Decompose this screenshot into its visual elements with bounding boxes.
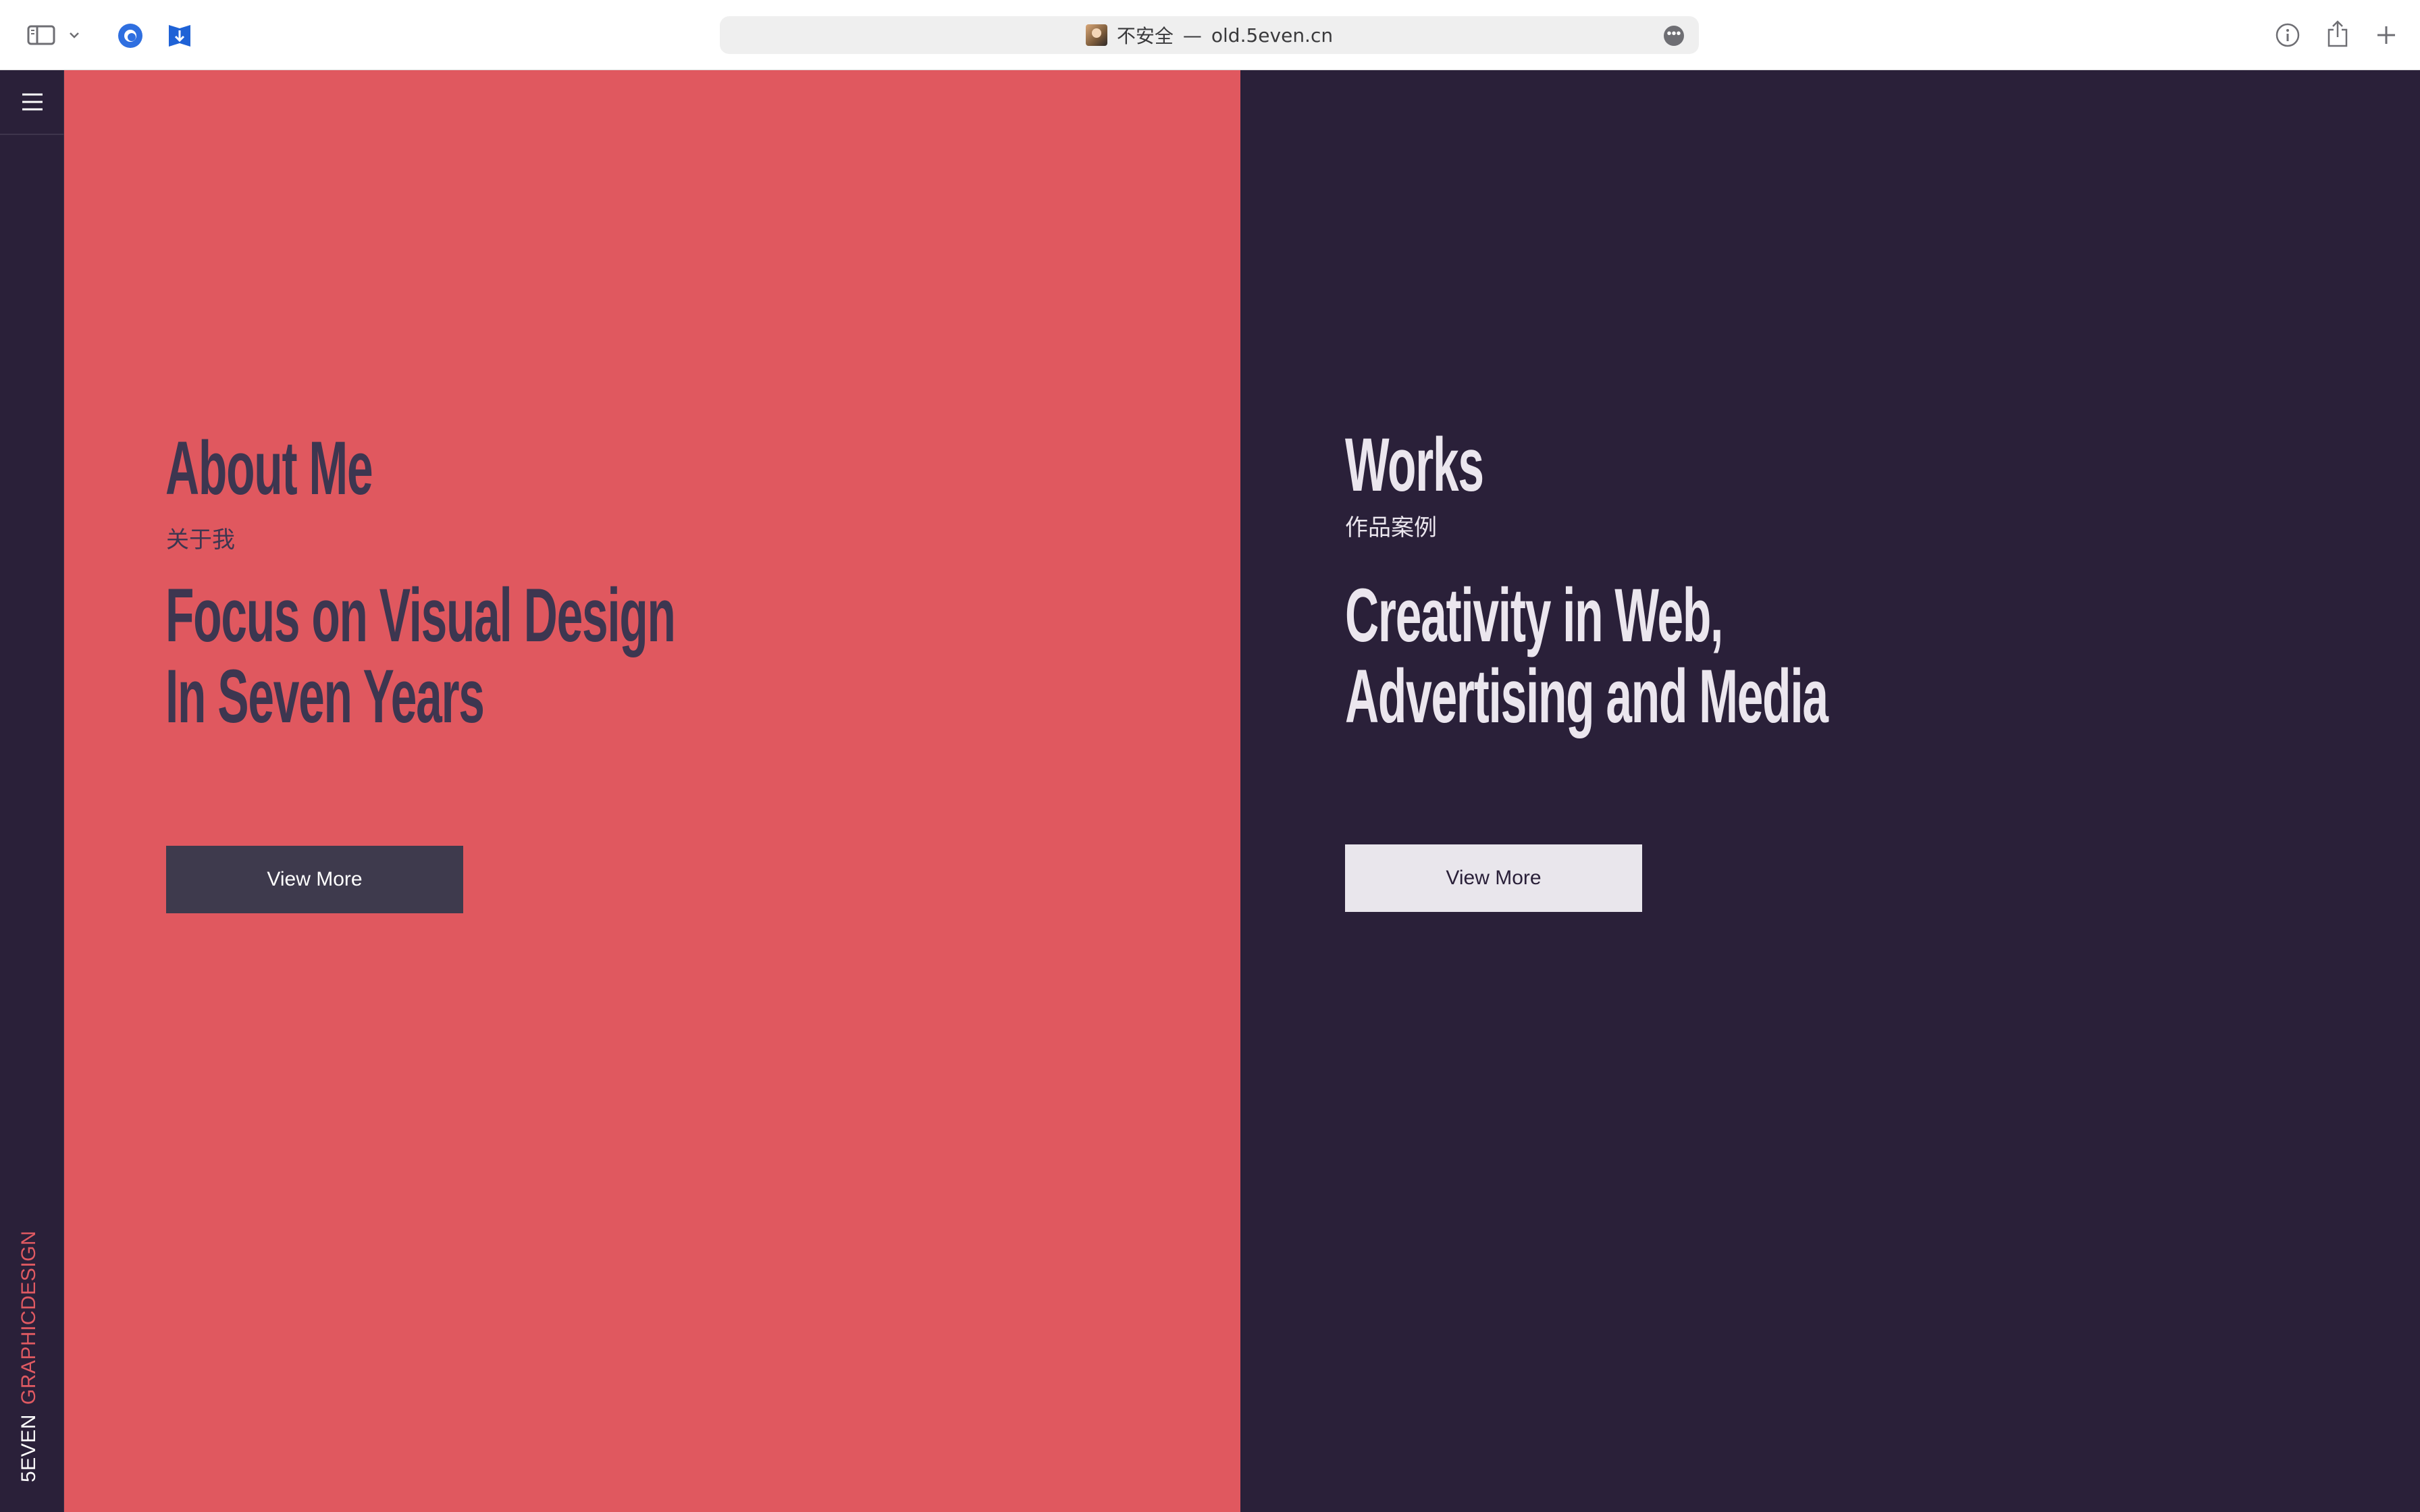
extension-blue-circle-icon <box>118 24 142 48</box>
works-subheading: 作品案例 <box>1345 514 1437 541</box>
about-tagline-line-1: Focus on Visual Design <box>165 573 676 657</box>
ellipsis-icon: ••• <box>1666 26 1681 41</box>
works-heading: Works <box>1345 423 1484 507</box>
page-menu-button[interactable]: ••• <box>1664 26 1684 46</box>
new-tab-button[interactable] <box>2371 20 2401 50</box>
browser-toolbar: 不安全 — old.5even.cn ••• <box>0 0 2420 70</box>
about-tagline: Focus on Visual Design In Seven Years <box>165 573 676 738</box>
extension-button-1[interactable] <box>115 20 146 51</box>
extension-bookmark-icon <box>169 25 190 47</box>
share-button[interactable] <box>2323 18 2352 50</box>
works-panel: Works 作品案例 Creativity in Web, Advertisin… <box>1240 70 2420 1512</box>
info-button[interactable] <box>2273 20 2303 50</box>
brand-primary: 5EVEN <box>18 1414 40 1482</box>
sidebar-toggle-icon <box>27 25 55 45</box>
about-panel: About Me 关于我 Focus on Visual Design In S… <box>64 70 1240 1512</box>
hamburger-icon <box>22 93 43 111</box>
works-tagline-line-1: Creativity in Web, <box>1345 573 1723 657</box>
sidebar-menu-button[interactable] <box>65 24 84 46</box>
brand-secondary: GRAPHICDESIGN <box>18 1230 40 1405</box>
chevron-down-icon <box>70 32 79 38</box>
site-menu-button[interactable] <box>0 70 64 135</box>
about-heading: About Me <box>165 426 373 510</box>
info-icon <box>2276 23 2300 47</box>
address-bar[interactable]: 不安全 — old.5even.cn ••• <box>720 16 1699 54</box>
works-tagline-line-2: Advertising and Media <box>1345 654 1829 738</box>
address-separator: — <box>1182 24 1202 47</box>
works-view-more-button[interactable]: View More <box>1345 844 1642 912</box>
share-icon <box>2327 20 2348 47</box>
site-favicon-icon <box>1085 24 1107 46</box>
site-side-rail: 5EVEN GRAPHICDESIGN <box>0 70 64 1512</box>
works-tagline: Creativity in Web, Advertising and Media <box>1345 573 1829 738</box>
address-host: old.5even.cn <box>1211 24 1334 47</box>
vertical-brand-logo: 5EVEN GRAPHICDESIGN <box>18 1231 47 1482</box>
security-label: 不安全 <box>1116 25 1174 47</box>
sidebar-toggle-button[interactable] <box>24 20 58 50</box>
about-tagline-line-2: In Seven Years <box>165 654 485 738</box>
extension-button-2[interactable] <box>164 20 195 51</box>
about-subheading: 关于我 <box>166 526 235 554</box>
about-view-more-button[interactable]: View More <box>166 846 463 913</box>
plus-icon <box>2377 26 2395 44</box>
